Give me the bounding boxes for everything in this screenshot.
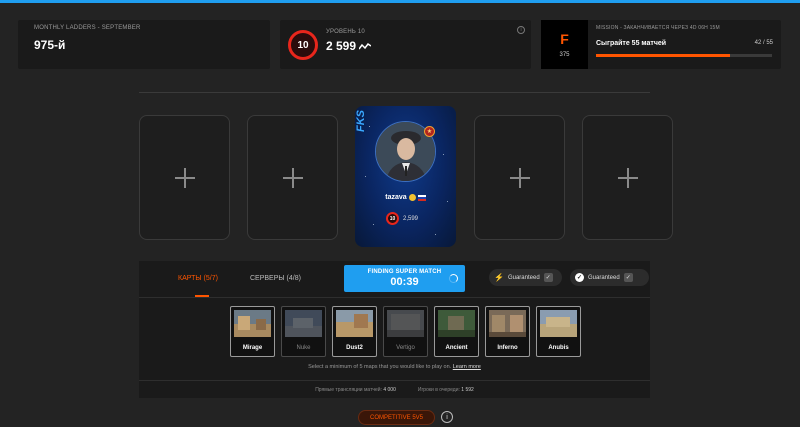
- mission-progress-fill: [596, 54, 730, 57]
- tab-servers[interactable]: СЕРВЕРЫ (4/8): [250, 275, 301, 282]
- map-inferno[interactable]: Inferno: [485, 306, 530, 357]
- rank-badge-icon: ★: [424, 126, 435, 137]
- verified-badge-icon: ✓: [575, 273, 584, 282]
- players-in-queue-value: 1 592: [461, 386, 474, 393]
- map-thumbnail: [540, 310, 577, 337]
- trend-icon: [359, 42, 372, 49]
- invite-slot-4[interactable]: [582, 115, 673, 240]
- mission-caption: MISSION - ЗАКАНЧИВАЕТСЯ ЧЕРЕЗ 4D 06H 15M: [596, 25, 720, 31]
- level-caption: УРОВЕНЬ 10: [326, 29, 365, 35]
- team-tag: FKS: [355, 110, 367, 132]
- map-hint: Select a minimum of 5 maps that you woul…: [139, 364, 650, 370]
- live-streams-value: 4 000: [383, 386, 396, 393]
- map-name: Mirage: [242, 345, 263, 351]
- star-dot: [373, 224, 374, 225]
- plus-icon: [509, 167, 530, 188]
- learn-more-link[interactable]: Learn more: [453, 364, 481, 370]
- top-accent-line: [0, 0, 800, 3]
- map-thumbnail: [387, 310, 424, 337]
- plus-icon: [174, 167, 195, 188]
- divider: [139, 297, 650, 298]
- game-mode-pill[interactable]: COMPETITIVE 5v5: [358, 410, 435, 425]
- level-card[interactable]: 10 УРОВЕНЬ 10 2 599 i: [280, 20, 531, 69]
- mission-logo: F 375: [541, 20, 588, 69]
- players-in-queue-label: Игроки в очереди:: [417, 386, 460, 393]
- map-name: Vertigo: [396, 345, 415, 351]
- map-thumbnail: [489, 310, 526, 337]
- finding-label: FINDING SUPER MATCH: [367, 269, 442, 275]
- star-dot: [365, 176, 366, 177]
- map-nuke[interactable]: Nuke: [281, 306, 326, 357]
- star-dot: [369, 126, 370, 127]
- plus-icon: [282, 167, 303, 188]
- invite-slot-2[interactable]: [247, 115, 338, 240]
- panel-header: КАРТЫ (5/7) СЕРВЕРЫ (4/8) FINDING SUPER …: [139, 261, 650, 297]
- elo-value: 2 599: [326, 39, 372, 53]
- guarantee-toggle-2[interactable]: ✓ Guaranteed ✓: [570, 269, 649, 286]
- player-name-row: tazava: [355, 194, 456, 201]
- player-level: 10 2,599: [386, 212, 418, 225]
- star-dot: [435, 234, 436, 235]
- mission-progress-count: 42 / 55: [754, 40, 773, 46]
- live-streams-stat: Прямые трансляции матчей: 4 000: [315, 387, 396, 393]
- mission-progress-bar: [596, 54, 772, 57]
- mission-points: 375: [559, 51, 570, 58]
- star-dot: [447, 201, 448, 202]
- checkbox-icon[interactable]: ✓: [543, 273, 553, 282]
- star-dot: [443, 154, 444, 155]
- map-list: Mirage Nuke Dust2 Vertigo Ancient Infern…: [230, 306, 581, 357]
- mission-title: Сыграйте 55 матчей: [596, 40, 667, 47]
- map-thumbnail: [285, 310, 322, 337]
- finding-match-button[interactable]: FINDING SUPER MATCH 00:39: [344, 265, 465, 292]
- invite-slot-1[interactable]: [139, 115, 230, 240]
- guarantee-toggle-1[interactable]: ⚡ Guaranteed ✓: [489, 269, 562, 286]
- map-name: Nuke: [296, 345, 311, 351]
- player-elo: 2,599: [403, 215, 419, 222]
- bolt-icon: ⚡: [494, 273, 504, 282]
- map-name: Dust2: [346, 345, 363, 351]
- queue-stats: Прямые трансляции матчей: 4 000 Игроки в…: [139, 380, 650, 398]
- map-thumbnail: [336, 310, 373, 337]
- level-badge-number: 10: [297, 39, 309, 51]
- guarantee-label-1: Guaranteed: [507, 274, 540, 281]
- player-card[interactable]: FKS ★ tazava 10 2,599: [355, 106, 456, 247]
- invite-slot-3[interactable]: [474, 115, 565, 240]
- ladder-caption: MONTHLY LADDERS - SEPTEMBER: [34, 25, 141, 31]
- matchmaking-panel: КАРТЫ (5/7) СЕРВЕРЫ (4/8) FINDING SUPER …: [139, 261, 650, 398]
- ladder-rank: 975-й: [34, 38, 66, 52]
- map-thumbnail: [234, 310, 271, 337]
- info-icon[interactable]: i: [441, 411, 453, 423]
- mission-card[interactable]: F 375 MISSION - ЗАКАНЧИВАЕТСЯ ЧЕРЕЗ 4D 0…: [541, 20, 781, 69]
- player-name: tazava: [385, 194, 407, 201]
- faceit-logo-letter: F: [560, 30, 569, 47]
- level-badge-icon: 10: [386, 212, 399, 225]
- elo-number: 2 599: [326, 39, 357, 53]
- map-thumbnail: [438, 310, 475, 337]
- spinner-icon: [449, 274, 458, 283]
- map-hint-text: Select a minimum of 5 maps that you woul…: [308, 364, 452, 370]
- divider: [139, 92, 650, 93]
- plus-icon: [617, 167, 638, 188]
- checkbox-icon[interactable]: ✓: [623, 273, 633, 282]
- guarantee-label-2: Guaranteed: [588, 274, 620, 281]
- tab-maps[interactable]: КАРТЫ (5/7): [178, 275, 218, 282]
- level-badge-icon: 10: [288, 30, 318, 60]
- map-name: Anubis: [548, 345, 569, 351]
- map-name: Inferno: [497, 345, 518, 351]
- map-anubis[interactable]: Anubis: [536, 306, 581, 357]
- russia-flag-icon: [417, 194, 426, 201]
- ladder-card[interactable]: MONTHLY LADDERS - SEPTEMBER 975-й: [18, 20, 270, 69]
- map-dust2[interactable]: Dust2: [332, 306, 377, 357]
- queue-timer: 00:39: [390, 276, 419, 288]
- players-in-queue-stat: Игроки в очереди: 1 592: [418, 387, 474, 393]
- map-ancient[interactable]: Ancient: [434, 306, 479, 357]
- map-mirage[interactable]: Mirage: [230, 306, 275, 357]
- live-streams-label: Прямые трансляции матчей:: [315, 386, 382, 393]
- map-vertigo[interactable]: Vertigo: [383, 306, 428, 357]
- emoji-icon: [408, 194, 416, 201]
- info-icon[interactable]: i: [517, 26, 525, 34]
- map-name: Ancient: [445, 345, 468, 351]
